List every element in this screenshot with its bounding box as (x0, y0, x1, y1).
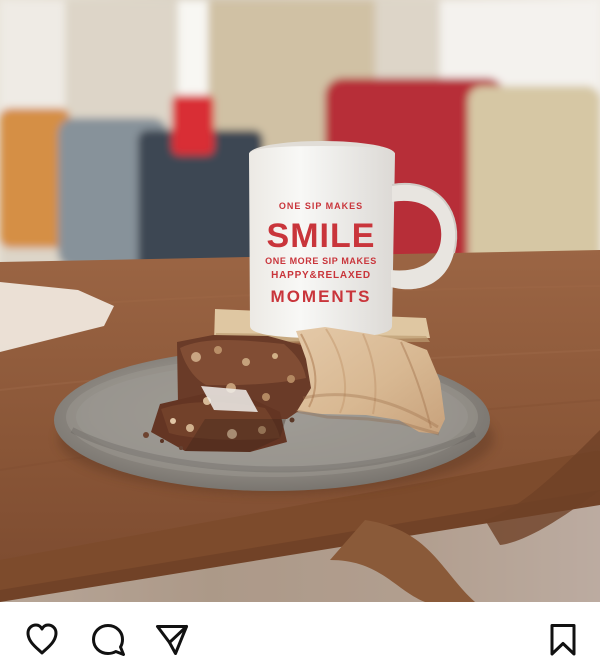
mug-text-line1: ONE SIP MAKES (279, 201, 363, 211)
speech-bubble-icon (92, 624, 125, 656)
mug-text-line5: MOMENTS (271, 287, 372, 306)
like-button[interactable] (22, 620, 62, 660)
share-button[interactable] (152, 620, 192, 660)
mug-text-line2: SMILE (267, 217, 376, 255)
mug-text-line4: HAPPY&RELAXED (271, 270, 371, 281)
heart-outline-icon (26, 623, 58, 655)
save-button[interactable] (543, 620, 583, 660)
paper-plane-icon (156, 625, 188, 655)
mug-text-line3: ONE MORE SIP MAKES (265, 256, 377, 266)
instagram-post: ONE SIP MAKES SMILE ONE MORE SIP MAKES H… (0, 0, 600, 668)
post-action-bar (0, 602, 600, 668)
bookmark-outline-icon (550, 624, 576, 656)
comment-button[interactable] (88, 620, 128, 660)
photo-illustration: ONE SIP MAKES SMILE ONE MORE SIP MAKES H… (0, 0, 600, 602)
post-photo[interactable]: ONE SIP MAKES SMILE ONE MORE SIP MAKES H… (0, 0, 600, 602)
